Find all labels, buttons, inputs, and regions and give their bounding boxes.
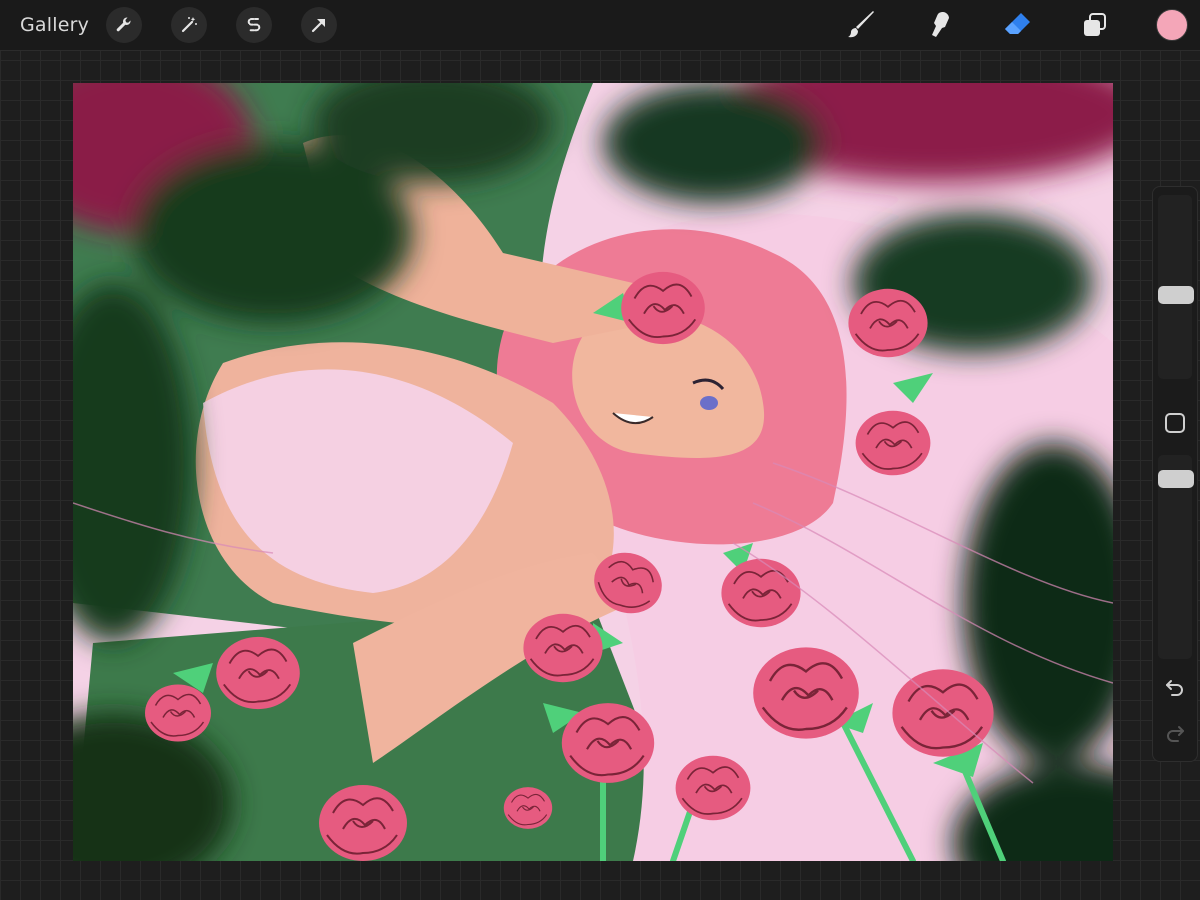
undo-icon: [1166, 680, 1183, 696]
adjustments-button[interactable]: [171, 7, 207, 43]
undo-button[interactable]: [1161, 673, 1189, 701]
arrow-transform-icon: [311, 19, 325, 33]
brush-tool-button[interactable]: [844, 7, 880, 43]
transform-button[interactable]: [301, 7, 337, 43]
modify-button[interactable]: [1165, 413, 1185, 433]
redo-button[interactable]: [1161, 719, 1189, 747]
brush-sidebar: [1152, 186, 1198, 762]
smudge-icon: [932, 12, 949, 37]
redo-icon: [1167, 726, 1184, 742]
color-picker-swatch[interactable]: [1156, 9, 1188, 41]
selection-s-icon: [247, 18, 261, 32]
drawing-canvas[interactable]: [73, 83, 1113, 861]
layers-button[interactable]: [1077, 7, 1113, 43]
top-toolbar: Gallery: [0, 0, 1200, 51]
brush-icon: [848, 11, 874, 38]
opacity-slider-thumb[interactable]: [1158, 469, 1194, 488]
smudge-tool-button[interactable]: [921, 7, 957, 43]
artwork-illustration: [73, 83, 1113, 861]
selection-button[interactable]: [236, 7, 272, 43]
actions-button[interactable]: [106, 7, 142, 43]
eraser-tool-button[interactable]: [1000, 7, 1036, 43]
eraser-icon: [1005, 13, 1030, 34]
magic-wand-icon: [181, 17, 197, 33]
gallery-button[interactable]: Gallery: [20, 0, 89, 50]
wrench-icon: [116, 17, 131, 32]
brush-size-slider-thumb[interactable]: [1158, 286, 1194, 305]
layers-icon: [1084, 13, 1106, 36]
